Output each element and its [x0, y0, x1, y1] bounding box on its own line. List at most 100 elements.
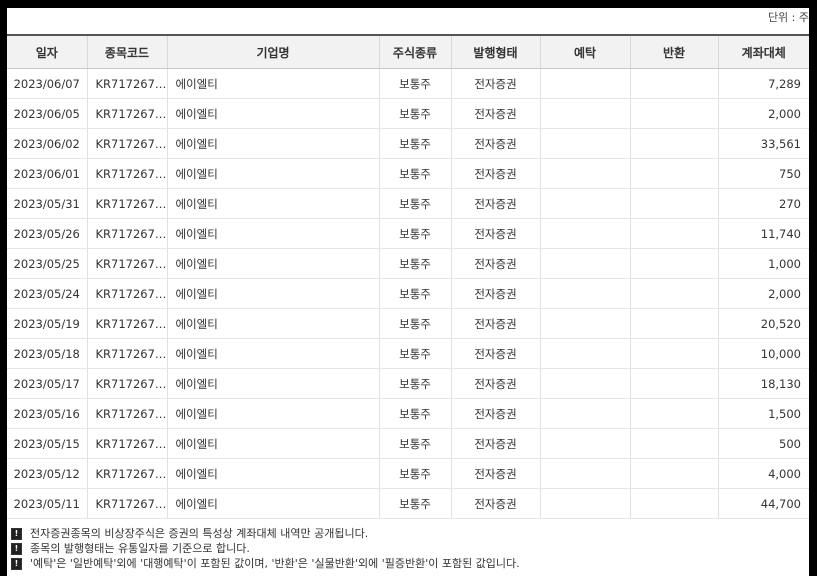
note-item: ! 전자증권종목의 비상장주식은 증권의 특성상 계좌대체 내역만 공개됩니다.	[7, 526, 809, 541]
cell-deposit	[540, 308, 631, 339]
cell-date: 2023/06/02	[7, 128, 88, 159]
table-row[interactable]: 2023/05/11 KR717267… 에이엘티 보통주 전자증권 44,700	[7, 488, 809, 519]
cell-issue-type: 전자증권	[451, 278, 541, 309]
cell-company: 에이엘티	[167, 188, 380, 219]
cell-stock-type: 보통주	[379, 158, 452, 189]
cell-stock-type: 보통주	[379, 218, 452, 249]
col-deposit-header[interactable]: 예탁	[540, 35, 631, 69]
cell-date: 2023/05/16	[7, 398, 88, 429]
cell-issue-type: 전자증권	[451, 458, 541, 489]
cell-transfer: 1,000	[718, 248, 809, 279]
content-panel: 단위 : 주 일자 종목코드 기업명 주식종류 발행형태 예탁 반환 계좌대체 …	[7, 8, 809, 576]
cell-deposit	[540, 338, 631, 369]
cell-transfer: 11,740	[718, 218, 809, 249]
cell-return	[630, 218, 719, 249]
table-row[interactable]: 2023/05/31 KR717267… 에이엘티 보통주 전자증권 270	[7, 188, 809, 219]
info-icon: !	[11, 557, 22, 570]
col-date-header[interactable]: 일자	[7, 35, 88, 69]
note-item: ! 종목의 발행형태는 유통일자를 기준으로 합니다.	[7, 541, 809, 556]
cell-date: 2023/05/26	[7, 218, 88, 249]
cell-transfer: 270	[718, 188, 809, 219]
cell-date: 2023/05/24	[7, 278, 88, 309]
table-row[interactable]: 2023/05/12 KR717267… 에이엘티 보통주 전자증권 4,000	[7, 458, 809, 489]
note-text: '예탁'은 '일반예탁'외에 '대행예탁'이 포함된 값이며, '반환'은 '실…	[30, 557, 520, 570]
cell-return	[630, 278, 719, 309]
table-row[interactable]: 2023/06/02 KR717267… 에이엘티 보통주 전자증권 33,561	[7, 128, 809, 159]
table-row[interactable]: 2023/06/07 KR717267… 에이엘티 보통주 전자증권 7,289	[7, 68, 809, 99]
cell-issue-type: 전자증권	[451, 308, 541, 339]
table-row[interactable]: 2023/05/15 KR717267… 에이엘티 보통주 전자증권 500	[7, 428, 809, 459]
cell-date: 2023/05/19	[7, 308, 88, 339]
cell-transfer: 7,289	[718, 68, 809, 99]
cell-deposit	[540, 98, 631, 129]
cell-deposit	[540, 248, 631, 279]
cell-company: 에이엘티	[167, 248, 380, 279]
cell-code: KR717267…	[87, 458, 168, 489]
cell-deposit	[540, 128, 631, 159]
cell-company: 에이엘티	[167, 218, 380, 249]
cell-issue-type: 전자증권	[451, 128, 541, 159]
cell-date: 2023/05/25	[7, 248, 88, 279]
col-return-header[interactable]: 반환	[630, 35, 719, 69]
table-row[interactable]: 2023/05/18 KR717267… 에이엘티 보통주 전자증권 10,000	[7, 338, 809, 369]
cell-return	[630, 368, 719, 399]
cell-stock-type: 보통주	[379, 308, 452, 339]
cell-return	[630, 308, 719, 339]
table-row[interactable]: 2023/06/01 KR717267… 에이엘티 보통주 전자증권 750	[7, 158, 809, 189]
cell-code: KR717267…	[87, 308, 168, 339]
cell-issue-type: 전자증권	[451, 428, 541, 459]
cell-code: KR717267…	[87, 128, 168, 159]
table-row[interactable]: 2023/05/25 KR717267… 에이엘티 보통주 전자증권 1,000	[7, 248, 809, 279]
cell-transfer: 4,000	[718, 458, 809, 489]
cell-stock-type: 보통주	[379, 458, 452, 489]
table-row[interactable]: 2023/05/19 KR717267… 에이엘티 보통주 전자증권 20,520	[7, 308, 809, 339]
cell-deposit	[540, 188, 631, 219]
col-transfer-header[interactable]: 계좌대체	[718, 35, 809, 69]
cell-date: 2023/05/17	[7, 368, 88, 399]
cell-issue-type: 전자증권	[451, 368, 541, 399]
cell-date: 2023/06/01	[7, 158, 88, 189]
cell-company: 에이엘티	[167, 428, 380, 459]
cell-deposit	[540, 488, 631, 519]
cell-company: 에이엘티	[167, 488, 380, 519]
cell-date: 2023/05/12	[7, 458, 88, 489]
cell-code: KR717267…	[87, 158, 168, 189]
table-row[interactable]: 2023/05/24 KR717267… 에이엘티 보통주 전자증권 2,000	[7, 278, 809, 309]
cell-stock-type: 보통주	[379, 98, 452, 129]
table-row[interactable]: 2023/06/05 KR717267… 에이엘티 보통주 전자증권 2,000	[7, 98, 809, 129]
unit-label: 단위 : 주	[767, 11, 809, 24]
cell-stock-type: 보통주	[379, 278, 452, 309]
cell-return	[630, 338, 719, 369]
cell-issue-type: 전자증권	[451, 338, 541, 369]
col-company-header[interactable]: 기업명	[167, 35, 380, 69]
cell-code: KR717267…	[87, 248, 168, 279]
cell-transfer: 2,000	[718, 98, 809, 129]
table-row[interactable]: 2023/05/26 KR717267… 에이엘티 보통주 전자증권 11,740	[7, 218, 809, 249]
col-code-header[interactable]: 종목코드	[87, 35, 168, 69]
col-stock-type-header[interactable]: 주식종류	[379, 35, 452, 69]
info-icon: !	[11, 542, 22, 555]
cell-deposit	[540, 398, 631, 429]
cell-stock-type: 보통주	[379, 398, 452, 429]
cell-deposit	[540, 428, 631, 459]
cell-return	[630, 188, 719, 219]
col-issue-type-header[interactable]: 발행형태	[451, 35, 541, 69]
cell-deposit	[540, 68, 631, 99]
cell-transfer: 33,561	[718, 128, 809, 159]
table-row[interactable]: 2023/05/17 KR717267… 에이엘티 보통주 전자증권 18,130	[7, 368, 809, 399]
cell-company: 에이엘티	[167, 278, 380, 309]
note-text: 전자증권종목의 비상장주식은 증권의 특성상 계좌대체 내역만 공개됩니다.	[30, 527, 369, 540]
cell-company: 에이엘티	[167, 458, 380, 489]
cell-transfer: 2,000	[718, 278, 809, 309]
cell-deposit	[540, 458, 631, 489]
info-icon: !	[11, 527, 22, 540]
cell-company: 에이엘티	[167, 368, 380, 399]
cell-code: KR717267…	[87, 428, 168, 459]
table-row[interactable]: 2023/05/16 KR717267… 에이엘티 보통주 전자증권 1,500	[7, 398, 809, 429]
cell-stock-type: 보통주	[379, 338, 452, 369]
cell-code: KR717267…	[87, 488, 168, 519]
cell-date: 2023/05/15	[7, 428, 88, 459]
cell-return	[630, 248, 719, 279]
cell-issue-type: 전자증권	[451, 248, 541, 279]
transfer-table: 일자 종목코드 기업명 주식종류 발행형태 예탁 반환 계좌대체 2023/06…	[7, 34, 809, 519]
